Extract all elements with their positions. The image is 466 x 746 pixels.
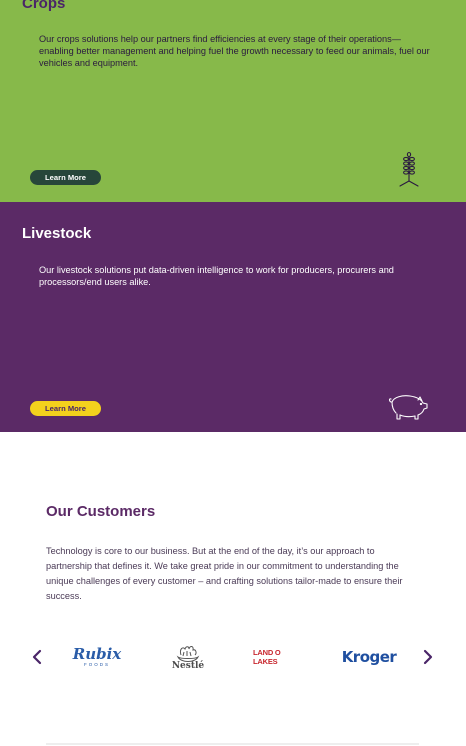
pig-icon [388,395,428,420]
section-divider [46,743,419,745]
crops-section: Crops Our crops solutions help our partn… [0,0,466,202]
crops-learn-more-button[interactable]: Learn More [30,170,101,185]
chevron-left-icon [32,649,42,665]
rubix-logo-text: Rubix [72,644,122,663]
nestle-logo-text: Nestlé [171,661,205,671]
rubix-logo-subtext: FOODS [83,661,110,667]
land-o-lakes-logo-text: LAND O LAKES [253,648,281,666]
customers-title: Our Customers [46,503,156,520]
carousel-prev-button[interactable] [29,647,45,667]
crops-description: Our crops solutions help our partners fi… [39,34,430,68]
kroger-logo-text: Kroger [341,648,397,666]
customers-description: Technology is core to our business. But … [46,546,403,601]
customer-logo-rubix: Rubix FOODS [70,640,124,674]
livestock-section: Livestock Our livestock solutions put da… [0,202,466,432]
crops-title: Crops [22,0,66,12]
carousel-next-button[interactable] [420,647,436,667]
customer-logo-kroger: Kroger [342,640,397,674]
livestock-learn-more-button[interactable]: Learn More [30,401,101,416]
customer-logo-nestle: Nestlé [168,640,208,674]
customer-logo-land-o-lakes: LAND O LAKES [253,640,305,674]
chevron-right-icon [423,649,433,665]
nest-bird-icon [176,646,200,662]
livestock-description: Our livestock solutions put data-driven … [39,265,394,287]
wheat-icon [399,151,419,187]
livestock-title: Livestock [22,225,92,242]
